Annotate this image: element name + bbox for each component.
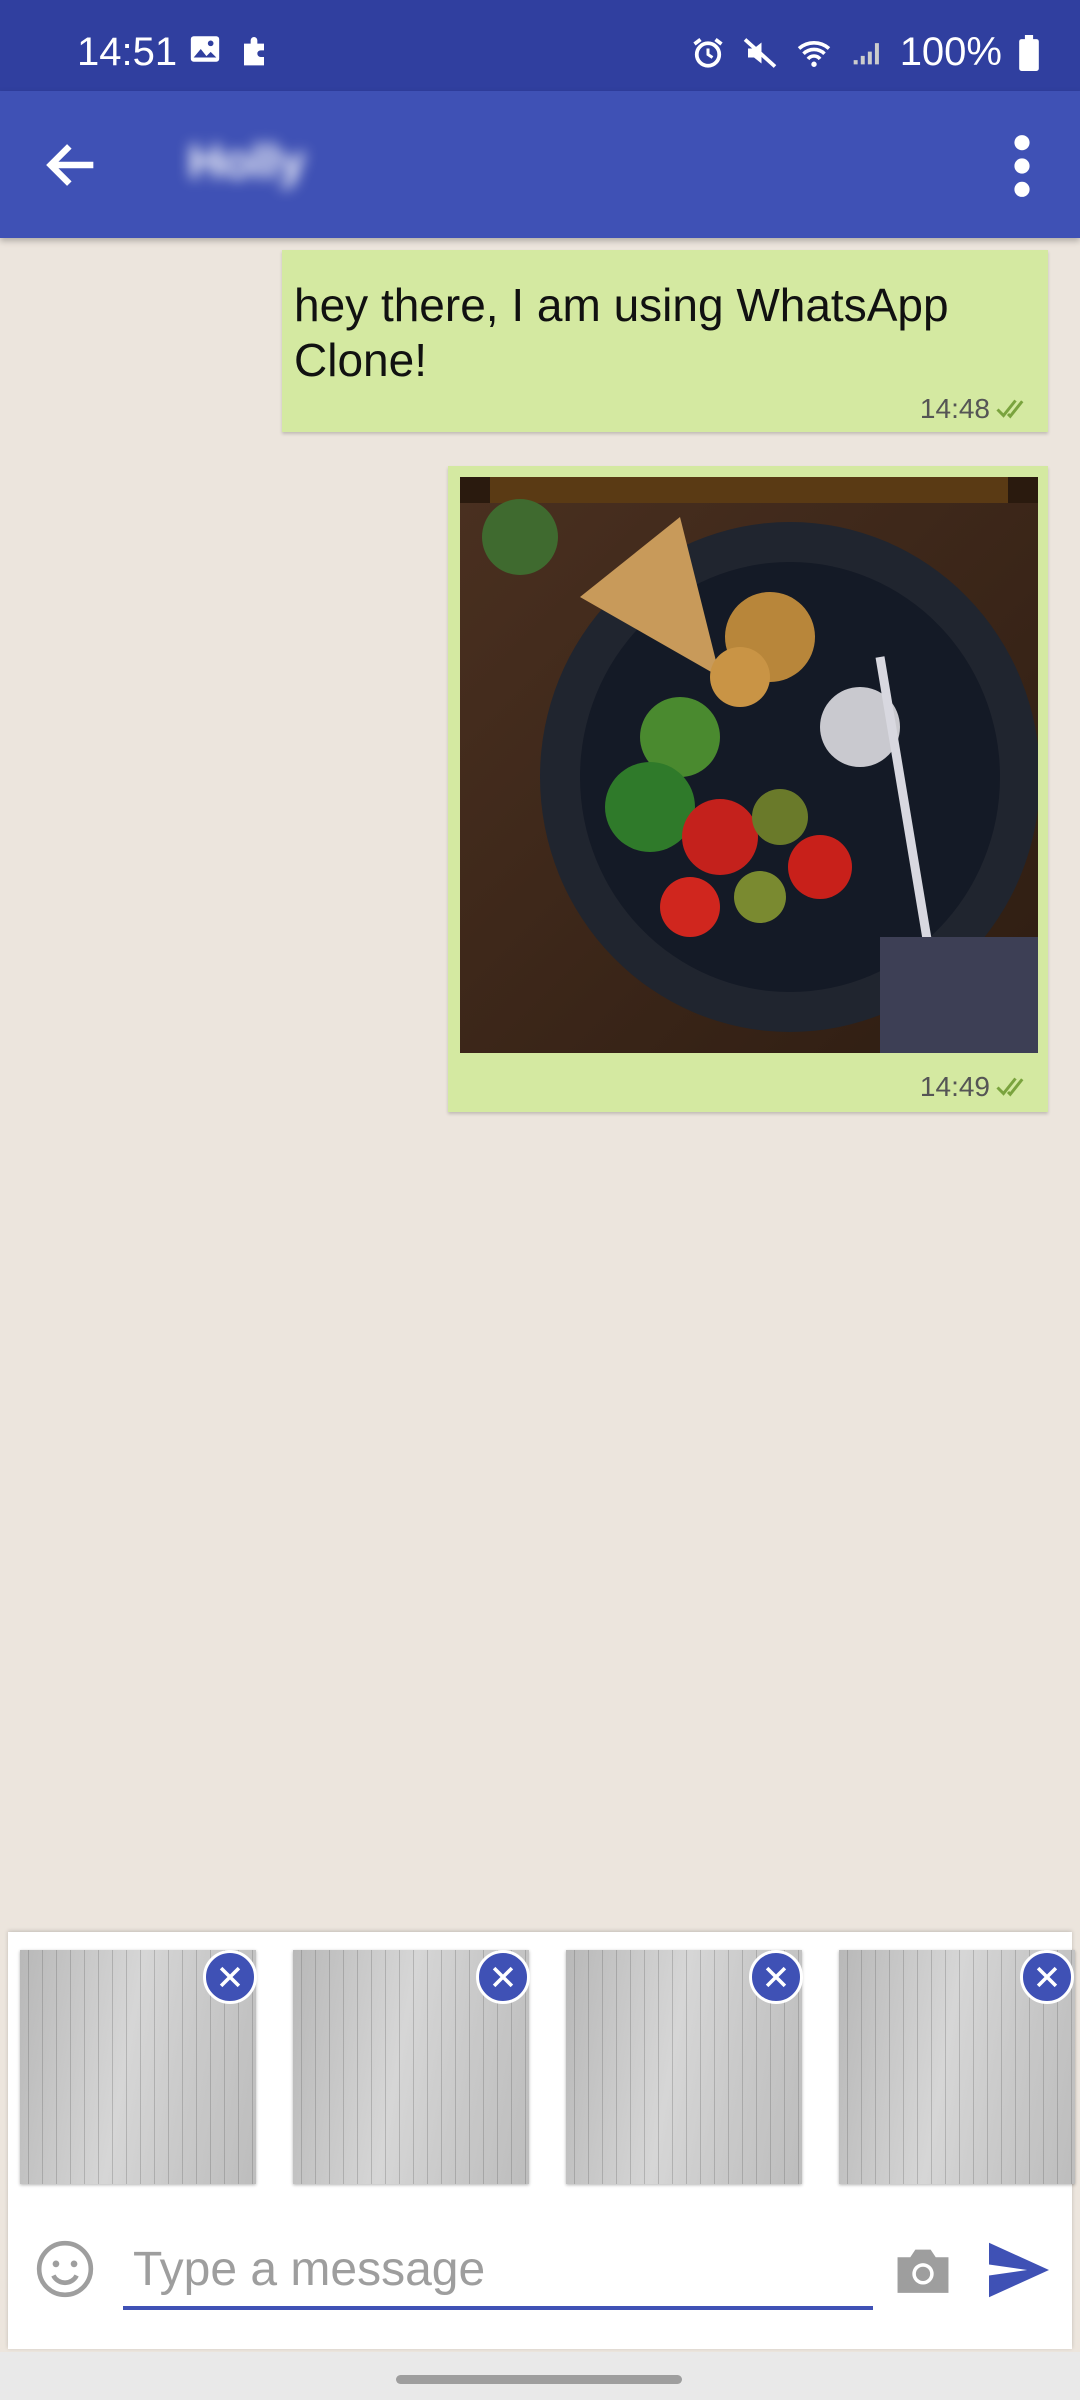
alarm-icon xyxy=(693,37,723,68)
message-time: 14:48 xyxy=(919,393,990,424)
status-right-icons: 100% xyxy=(690,30,1040,75)
battery-percent: 100% xyxy=(899,30,1002,74)
status-time: 14:51 xyxy=(77,30,178,74)
system-nav-bar xyxy=(0,2352,1080,2400)
close-circle-icon[interactable] xyxy=(476,1950,530,2004)
close-circle-icon[interactable] xyxy=(1020,1950,1074,2004)
message-text: hey there, I am using WhatsApp Clone! xyxy=(294,279,949,386)
signal-icon xyxy=(853,42,879,64)
send-icon[interactable] xyxy=(986,2240,1052,2300)
arrow-back-icon[interactable] xyxy=(40,133,104,197)
message-bubble-image[interactable]: 14:49 xyxy=(448,466,1048,1112)
double-check-icon xyxy=(996,399,1024,419)
mute-icon xyxy=(743,37,776,68)
food-bowl-image xyxy=(460,477,1038,1053)
status-left-icons xyxy=(188,32,274,72)
close-circle-icon[interactable] xyxy=(203,1950,257,2004)
message-input[interactable] xyxy=(123,2236,873,2310)
home-gesture-handle[interactable] xyxy=(396,2375,682,2384)
puzzle-icon xyxy=(244,37,264,66)
contact-name[interactable]: Holly xyxy=(188,135,305,190)
more-vert-icon[interactable] xyxy=(1000,131,1044,201)
close-circle-icon[interactable] xyxy=(749,1950,803,2004)
double-check-icon xyxy=(996,1077,1024,1097)
battery-icon xyxy=(1019,34,1039,71)
composer xyxy=(8,2196,1072,2349)
chat-header: Holly xyxy=(0,91,1080,238)
status-bar: 14:51 100% xyxy=(0,0,1080,91)
message-time: 14:49 xyxy=(919,1071,990,1102)
camera-icon[interactable] xyxy=(892,2242,954,2298)
emoji-icon[interactable] xyxy=(34,2238,96,2300)
attachment-panel xyxy=(8,1932,1075,2349)
message-bubble-text[interactable]: hey there, I am using WhatsApp Clone! 14… xyxy=(282,250,1048,432)
image-icon xyxy=(190,36,220,62)
wifi-icon xyxy=(797,40,830,67)
message-photo[interactable] xyxy=(460,477,1038,1053)
